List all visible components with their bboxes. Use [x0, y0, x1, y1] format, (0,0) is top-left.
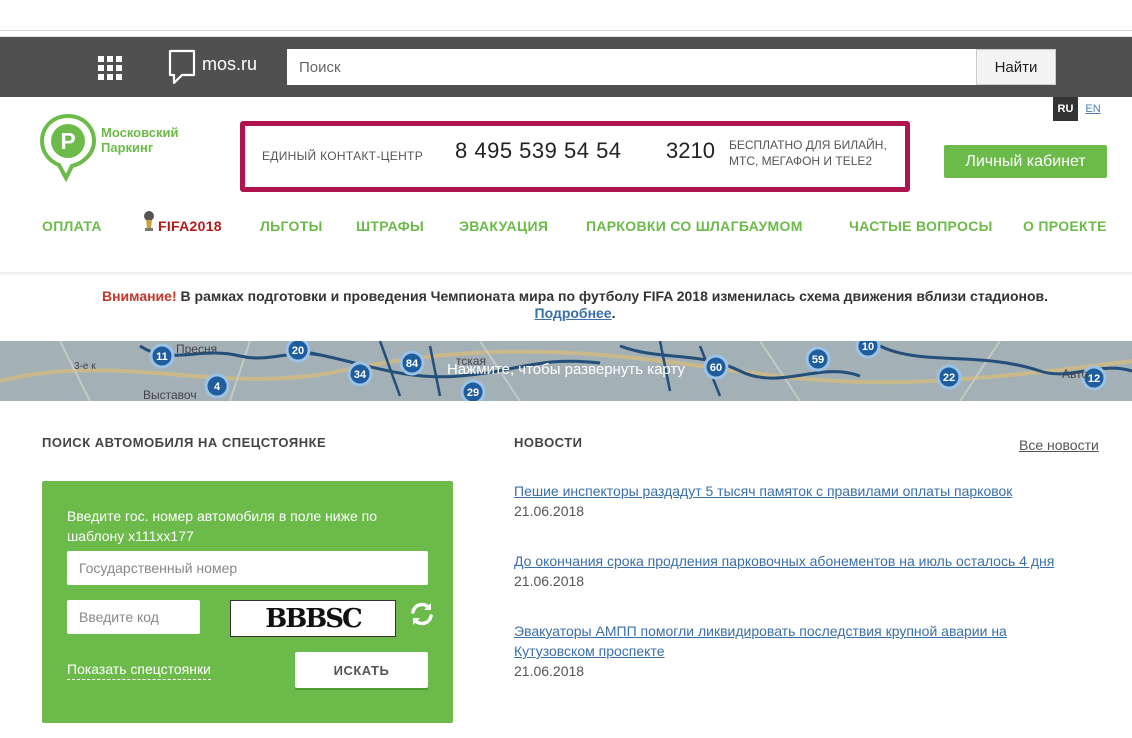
- news-item: До окончания срока продления парковочных…: [514, 551, 1104, 591]
- apps-grid-icon[interactable]: [98, 56, 122, 80]
- captcha-image: BBBSC: [230, 600, 396, 637]
- browser-strip: [0, 0, 1132, 37]
- speech-bubble-icon: [168, 49, 196, 85]
- news-title: НОВОСТИ: [514, 435, 583, 450]
- news-link[interactable]: Пешие инспекторы раздадут 5 тысяч памято…: [514, 481, 1104, 501]
- news-date: 21.06.2018: [514, 503, 585, 519]
- car-search-panel: Введите гос. номер автомобиля в поле ниж…: [42, 481, 453, 723]
- nav-evacuation[interactable]: ЭВАКУАЦИЯ: [459, 218, 548, 234]
- alert-end: .: [611, 305, 616, 321]
- plate-number-input[interactable]: [67, 551, 428, 585]
- parking-pin-icon: P: [39, 113, 97, 183]
- moscow-parking-logo[interactable]: P Московский Паркинг: [39, 112, 200, 183]
- logo-text: Московский Паркинг: [101, 125, 179, 155]
- svg-text:P: P: [60, 128, 75, 154]
- search-hint: Введите гос. номер автомобиля в поле ниж…: [67, 508, 378, 544]
- contact-label: ЕДИНЫЙ КОНТАКТ-ЦЕНТР: [262, 149, 423, 163]
- news-date: 21.06.2018: [514, 573, 585, 589]
- contact-note: БЕСПЛАТНО ДЛЯ БИЛАЙН, МТС, МЕГАФОН И TEL…: [729, 138, 887, 168]
- nav-benefits[interactable]: ЛЬГОТЫ: [260, 218, 323, 234]
- nav-faq[interactable]: ЧАСТЫЕ ВОПРОСЫ: [849, 218, 993, 234]
- map-marker-label: 4: [214, 381, 221, 393]
- nav-payment[interactable]: ОПЛАТА: [42, 218, 102, 234]
- lang-en[interactable]: EN: [1081, 97, 1105, 121]
- mos-topbar: mos.ru Найти: [0, 37, 1132, 97]
- nav-fifa2018[interactable]: FIFA2018: [158, 218, 222, 234]
- map-place-label: Выставоч: [143, 388, 197, 401]
- personal-cabinet-button[interactable]: Личный кабинет: [944, 145, 1107, 178]
- nav-barrier-parkings[interactable]: ПАРКОВКИ СО ШЛАГБАУМОМ: [586, 218, 803, 234]
- divider: [0, 30, 1132, 31]
- map-marker-label: 10: [862, 341, 874, 353]
- news-date: 21.06.2018: [514, 663, 585, 679]
- map-marker-label: 29: [467, 387, 479, 399]
- contact-short-number: 3210: [666, 138, 715, 163]
- map-place-label: Пресня: [176, 342, 217, 356]
- news-link[interactable]: До окончания срока продления парковочных…: [514, 551, 1104, 571]
- map-preview[interactable]: 11 20 4 34 84 29 60 59 10 22 12 Пресня В…: [0, 341, 1132, 401]
- refresh-captcha-icon[interactable]: [408, 600, 436, 628]
- all-news-link[interactable]: Все новости: [1019, 437, 1099, 453]
- main-nav: ОПЛАТА FIFA2018 ЛЬГОТЫ ШТРАФЫ ЭВАКУАЦИЯ …: [0, 212, 1132, 242]
- logo-line-1: Московский: [101, 125, 179, 140]
- news-item: Пешие инспекторы раздадут 5 тысяч памято…: [514, 481, 1104, 521]
- search-input[interactable]: [287, 49, 976, 85]
- nav-fines[interactable]: ШТРАФЫ: [356, 218, 424, 234]
- search-button[interactable]: Найти: [976, 49, 1056, 85]
- alert-more-link[interactable]: Подробнее: [535, 305, 612, 321]
- map-marker-label: 20: [292, 345, 304, 357]
- header-shadow: [0, 272, 1132, 276]
- news-link[interactable]: Эвакуаторы АМПП помогли ликвидировать по…: [514, 621, 1054, 661]
- news-item: Эвакуаторы АМПП помогли ликвидировать по…: [514, 621, 1054, 681]
- logo-line-2: Паркинг: [101, 140, 154, 155]
- contact-center-box: ЕДИНЫЙ КОНТАКТ-ЦЕНТР 8 495 539 54 54 321…: [240, 121, 910, 192]
- alert-warning: Внимание!: [101, 288, 177, 304]
- nav-about[interactable]: О ПРОЕКТЕ: [1023, 218, 1107, 234]
- contact-phone: 8 495 539 54 54: [455, 138, 622, 163]
- alert-text: В рамках подготовки и проведения Чемпион…: [176, 288, 1049, 304]
- find-button[interactable]: ИСКАТЬ: [295, 652, 428, 688]
- mos-brand-text: mos.ru: [202, 53, 258, 74]
- mos-logo[interactable]: mos.ru: [168, 49, 257, 85]
- lang-ru[interactable]: RU: [1053, 97, 1078, 121]
- search-section-title: ПОИСК АВТОМОБИЛЯ НА СПЕЦСТОЯНКЕ: [42, 435, 327, 450]
- captcha-code-input[interactable]: [67, 600, 200, 634]
- map-expand-text: Нажмите, чтобы развернуть карту: [447, 361, 685, 378]
- alert-banner: Внимание! В рамках подготовки и проведен…: [100, 288, 1050, 322]
- show-impound-lots-link[interactable]: Показать спецстоянки: [67, 661, 211, 680]
